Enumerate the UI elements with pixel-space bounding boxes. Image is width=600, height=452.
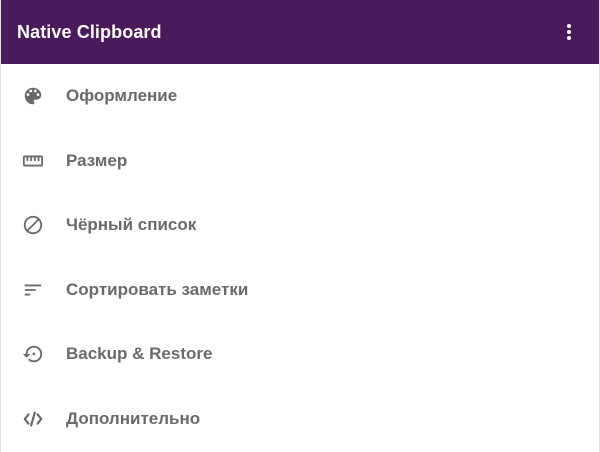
settings-item-backup-restore[interactable]: Backup & Restore (1, 322, 599, 387)
app-bar: Native Clipboard (1, 0, 599, 64)
code-icon (21, 407, 45, 431)
settings-item-advanced[interactable]: Дополнительно (1, 387, 599, 452)
more-vert-icon[interactable] (557, 20, 581, 44)
settings-item-label: Чёрный список (66, 215, 197, 235)
settings-item-label: Размер (66, 150, 128, 170)
settings-list: Оформление Размер Чёрный список Сортиров… (1, 64, 599, 451)
ruler-icon (21, 149, 45, 173)
settings-item-label: Backup & Restore (66, 344, 213, 364)
app-title: Native Clipboard (17, 21, 162, 42)
sort-icon (21, 278, 45, 302)
settings-item-blacklist[interactable]: Чёрный список (1, 193, 599, 258)
settings-item-appearance[interactable]: Оформление (1, 64, 599, 129)
settings-item-label: Сортировать заметки (66, 279, 249, 299)
settings-item-label: Оформление (66, 86, 178, 106)
restore-icon (21, 342, 45, 366)
settings-item-size[interactable]: Размер (1, 129, 599, 194)
settings-screen: Native Clipboard Оформление Размер Чёрны… (0, 0, 600, 452)
block-icon (21, 213, 45, 237)
settings-item-label: Дополнительно (66, 408, 201, 428)
settings-item-sort-notes[interactable]: Сортировать заметки (1, 258, 599, 323)
palette-icon (21, 84, 45, 108)
